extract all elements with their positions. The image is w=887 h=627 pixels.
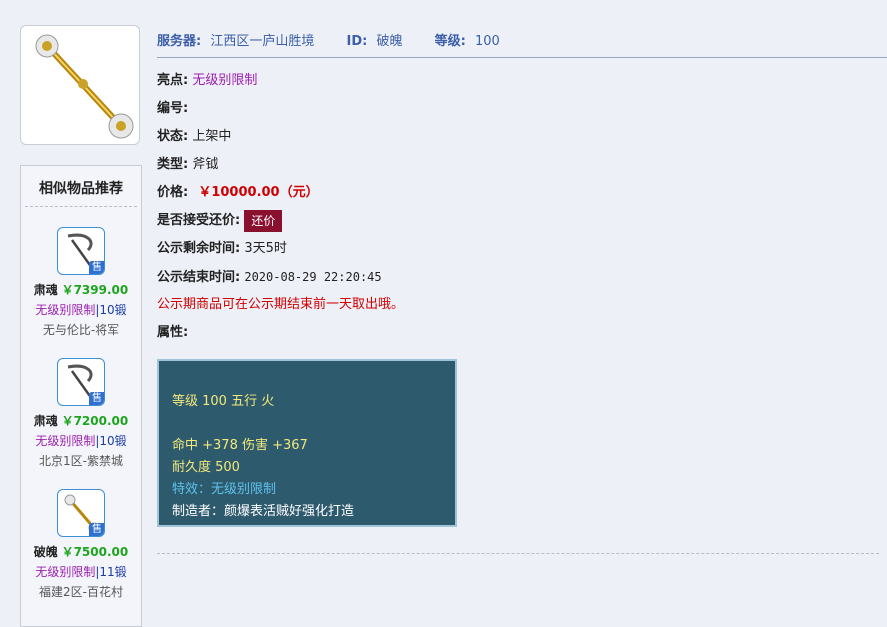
type-value: 斧钺 [192,157,219,172]
similar-item[interactable]: 售 肃魂 ￥7200.00 无级别限制|10锻 北京1区-紫禁城 [21,358,141,469]
similar-items-title: 相似物品推荐 [25,166,137,207]
similar-item-level: 10锻 [99,434,127,448]
golden-scepter-icon [35,34,134,139]
status-row: 状态: 上架中 [157,123,887,151]
divider [157,553,879,554]
remaining-time-value: 3天5时 [244,241,287,256]
attributes-label: 属性: [157,325,189,340]
server-label: 服务器: [157,34,202,49]
remaining-time-label: 公示剩余时间: [157,241,241,256]
similar-item-name: 肃魂 [33,414,58,428]
similar-item-name: 破魄 [33,545,58,559]
remaining-time-row: 公示剩余时间: 3天5时 [157,235,887,263]
similar-item-price: ￥7399.00 [61,283,129,297]
similar-item-tag: 无级别限制 [35,565,96,579]
scythe-icon[interactable]: 售 [57,358,105,406]
server-value: 江西区一庐山胜境 [210,34,315,49]
similar-item[interactable]: 售 肃魂 ￥7399.00 无级别限制|10锻 无与伦比-将军 [21,227,141,338]
similar-item-level: 10锻 [99,303,127,317]
level-value: 100 [474,34,500,49]
notice-text: 公示期商品可在公示期结束前一天取出哦。 [157,297,405,312]
similar-item-tag: 无级别限制 [35,303,96,317]
counter-offer-button[interactable]: 还价 [244,209,283,232]
price-row: 价格: ￥10000.00（元） [157,179,887,207]
type-row: 类型: 斧钺 [157,151,887,179]
end-time-label: 公示结束时间: [157,270,241,285]
similar-item-level: 11锻 [99,565,127,579]
item-header: 服务器: 江西区一庐山胜境 ID: 破魄 等级: 100 [157,30,887,58]
similar-item-server: 福建2区-百花村 [39,585,123,599]
price-label: 价格: [157,185,189,200]
similar-items-panel: 相似物品推荐 售 肃魂 ￥7399.00 无级别限制|10锻 无与伦比-将军 售… [20,165,142,627]
attributes-row: 属性: [157,319,887,347]
serial-row: 编号: [157,95,887,123]
similar-item-name: 肃魂 [33,283,58,297]
attr-maker: 制造者：颜爆表活贼好强化打造 [172,504,355,519]
similar-item[interactable]: 售 破魄 ￥7500.00 无级别限制|11锻 福建2区-百花村 [21,489,141,600]
id-label: ID: [346,34,368,49]
highlight-row: 亮点: 无级别限制 [157,67,887,95]
type-label: 类型: [157,157,189,172]
similar-item-server: 无与伦比-将军 [42,323,120,337]
status-label: 状态: [157,129,189,144]
attr-hit-damage: 命中 +378 伤害 +367 [172,438,308,453]
sale-badge: 售 [89,392,104,405]
highlight-label: 亮点: [157,73,189,88]
left-column: 相似物品推荐 售 肃魂 ￥7399.00 无级别限制|10锻 无与伦比-将军 售… [20,25,142,627]
highlight-value: 无级别限制 [192,73,258,88]
level-label: 等级: [434,34,466,49]
attributes-box: 等级 100 五行 火 命中 +378 伤害 +367 耐久度 500 特效：无… [157,359,457,527]
sale-badge: 售 [89,523,104,536]
attr-special-effect: 特效：无级别限制 [172,482,277,497]
serial-label: 编号: [157,101,189,116]
scythe-icon[interactable]: 售 [57,227,105,275]
item-image [20,25,140,145]
counter-offer-row: 是否接受还价: 还价 [157,207,887,235]
end-time-row: 公示结束时间: 2020-08-29 22:20:45 [157,263,887,291]
end-time-value: 2020-08-29 22:20:45 [244,270,382,284]
attr-level-element: 等级 100 五行 火 [172,394,275,409]
price-value: ￥10000.00（元） [198,185,319,200]
id-value: 破魄 [376,34,403,49]
sale-badge: 售 [89,261,104,274]
similar-item-price: ￥7500.00 [61,545,129,559]
similar-item-tag: 无级别限制 [35,434,96,448]
similar-item-price: ￥7200.00 [61,414,129,428]
item-details-panel: 服务器: 江西区一庐山胜境 ID: 破魄 等级: 100 亮点: 无级别限制 编… [157,30,887,527]
counter-offer-label: 是否接受还价: [157,213,241,228]
status-value: 上架中 [192,129,232,144]
similar-item-server: 北京1区-紫禁城 [39,454,123,468]
golden-scepter-icon[interactable]: 售 [57,489,105,537]
attr-durability: 耐久度 500 [172,460,240,475]
